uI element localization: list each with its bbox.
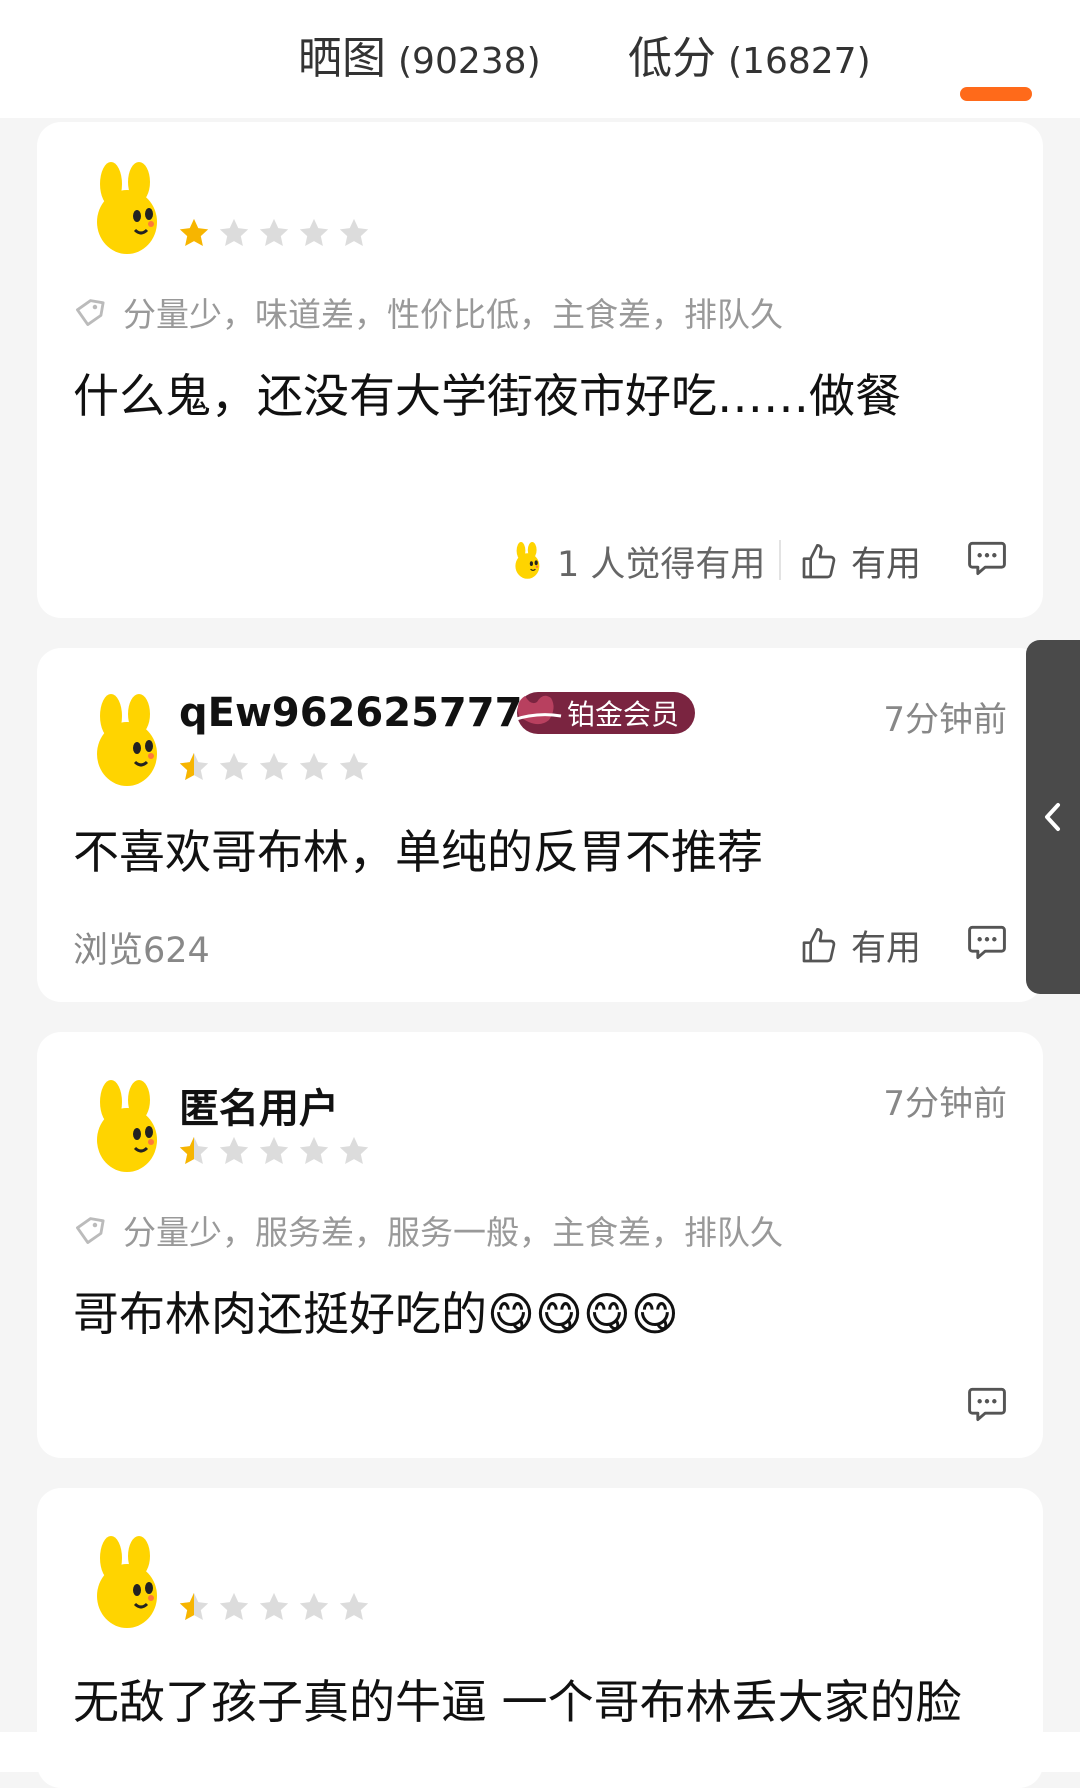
star-empty-icon <box>337 750 371 784</box>
avatar[interactable] <box>81 1080 181 1180</box>
comment-button[interactable] <box>965 1382 1009 1426</box>
star-empty-icon <box>257 750 291 784</box>
comment-button[interactable] <box>965 536 1009 580</box>
review-content[interactable]: 无敌了孩子真的牛逼 一个哥布林丢大家的脸 <box>73 1666 962 1732</box>
username[interactable]: 匿名用户 <box>179 1076 339 1134</box>
star-empty-icon <box>297 1590 331 1624</box>
helpful-count-text: 1 人觉得有用 <box>557 545 766 585</box>
star-empty-icon <box>217 216 251 250</box>
tab-photos-label: 晒图 <box>298 33 386 84</box>
star-empty-icon <box>337 1590 371 1624</box>
star-half-icon <box>177 750 211 784</box>
vip-crown-icon <box>512 695 562 725</box>
tag-icon <box>73 1213 107 1247</box>
review-content[interactable]: 不喜欢哥布林，单纯的反胃不推荐 <box>73 816 763 882</box>
review-footer: 1 人觉得有用 有用 <box>37 528 1043 588</box>
review-timestamp: 7分钟前 <box>883 1084 1007 1124</box>
star-empty-icon <box>257 216 291 250</box>
divider <box>779 540 781 580</box>
useful-button[interactable]: 有用 <box>799 920 921 971</box>
side-panel-handle[interactable] <box>1026 640 1080 994</box>
tab-low-score-label: 低分 <box>628 33 716 84</box>
review-tags-text: 分量少，服务差，服务一般，主食差，排队久 <box>123 1213 783 1252</box>
active-tab-indicator <box>960 87 1032 101</box>
star-rating <box>177 750 371 784</box>
star-empty-icon <box>297 750 331 784</box>
star-rating <box>177 216 371 250</box>
helpful-count: 1 人觉得有用 <box>509 536 765 587</box>
star-empty-icon <box>217 1590 251 1624</box>
thumbs-up-icon <box>799 926 839 966</box>
review-footer <box>37 1374 1043 1434</box>
star-filled-icon <box>177 216 211 250</box>
chevron-left-icon <box>1045 803 1060 831</box>
review-tags: 分量少，味道差，性价比低，主食差，排队久 <box>73 288 783 336</box>
star-half-icon <box>177 1134 211 1168</box>
bottom-edge <box>0 1732 1080 1772</box>
avatar[interactable] <box>81 162 181 262</box>
star-empty-icon <box>257 1134 291 1168</box>
comment-icon <box>965 1382 1009 1426</box>
review-card: 匿名用户 7分钟前 分量少，服务差，服务一般，主食差，排队久 哥布林肉还挺好吃的… <box>37 1032 1043 1458</box>
tab-low-score-count: (16827) <box>728 41 871 82</box>
comment-icon <box>965 536 1009 580</box>
star-empty-icon <box>217 750 251 784</box>
review-content[interactable]: 哥布林肉还挺好吃的😋😋😋😋 <box>73 1278 679 1344</box>
avatar[interactable] <box>81 1536 181 1636</box>
useful-button[interactable]: 有用 <box>799 536 921 587</box>
star-rating <box>177 1134 371 1168</box>
useful-label: 有用 <box>851 929 922 969</box>
star-half-icon <box>177 1590 211 1624</box>
review-footer: 浏览624 有用 <box>37 912 1043 972</box>
star-empty-icon <box>297 1134 331 1168</box>
comment-button[interactable] <box>965 920 1009 964</box>
vip-badge: 铂金会员 <box>512 692 696 734</box>
star-empty-icon <box>337 216 371 250</box>
username[interactable]: qEw962625777 <box>179 690 522 736</box>
star-empty-icon <box>217 1134 251 1168</box>
vip-badge-text: 铂金会员 <box>567 698 680 731</box>
review-filter-tabs: 晒图 (90238) 低分 (16827) <box>0 0 1080 118</box>
tab-photos[interactable]: 晒图 (90238) <box>298 22 541 84</box>
star-empty-icon <box>337 1134 371 1168</box>
useful-label: 有用 <box>851 545 922 585</box>
review-timestamp: 7分钟前 <box>883 700 1007 740</box>
review-card: 分量少，味道差，性价比低，主食差，排队久 什么鬼，还没有大学街夜市好吃……做餐 … <box>37 122 1043 618</box>
review-tags-text: 分量少，味道差，性价比低，主食差，排队久 <box>123 295 783 334</box>
star-rating <box>177 1590 371 1624</box>
avatar[interactable] <box>81 694 181 794</box>
review-card: qEw962625777 铂金会员 7分钟前 不喜欢哥布林，单纯的反胃不推荐 浏… <box>37 648 1043 1002</box>
tab-low-score[interactable]: 低分 (16827) <box>628 22 871 84</box>
review-tags: 分量少，服务差，服务一般，主食差，排队久 <box>73 1206 783 1254</box>
star-empty-icon <box>257 1590 291 1624</box>
tab-photos-count: (90238) <box>398 41 541 82</box>
avatar-mini-icon <box>509 538 549 586</box>
tag-icon <box>73 295 107 329</box>
star-empty-icon <box>297 216 331 250</box>
view-count: 浏览624 <box>73 931 210 971</box>
review-content[interactable]: 什么鬼，还没有大学街夜市好吃……做餐 <box>73 360 901 426</box>
comment-icon <box>965 920 1009 964</box>
thumbs-up-icon <box>799 542 839 582</box>
